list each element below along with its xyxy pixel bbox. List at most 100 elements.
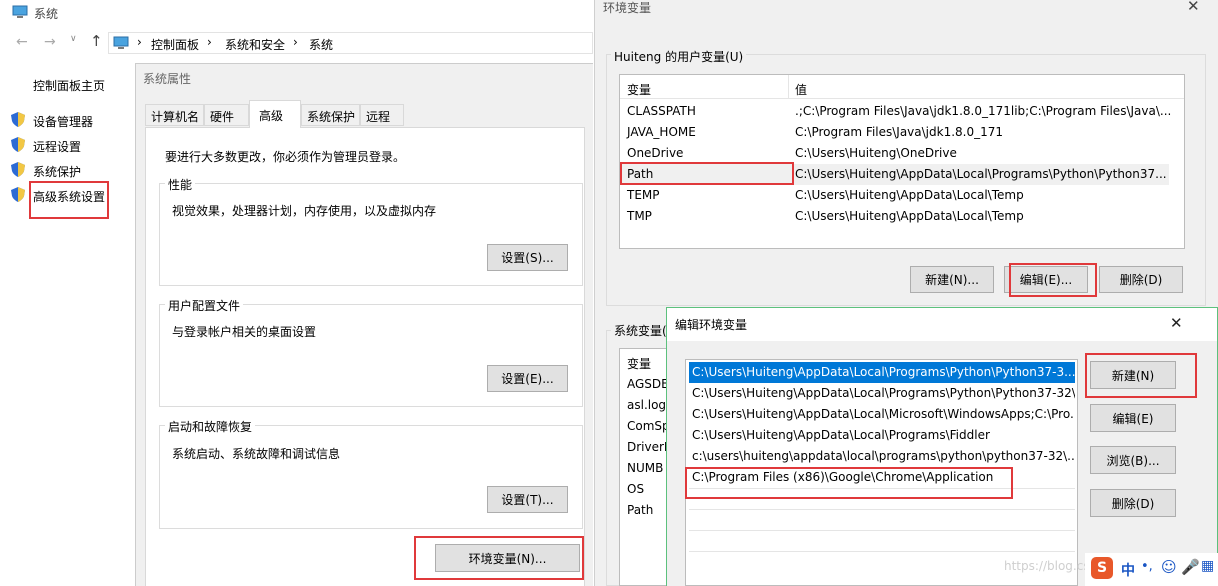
tab-label: 高级 xyxy=(259,109,284,123)
startup-recovery-desc: 系统启动、系统故障和调试信息 xyxy=(172,447,341,461)
variable-name: Path xyxy=(627,167,654,181)
list-item[interactable]: JAVA_HOME C:\Program Files\Java\jdk1.8.0… xyxy=(620,122,1184,143)
startup-recovery-settings-button[interactable]: 设置(T)... xyxy=(487,486,568,513)
computer-icon xyxy=(12,5,28,18)
close-icon[interactable]: ✕ xyxy=(1170,314,1183,332)
system-variable-name[interactable]: NUMB xyxy=(627,461,663,475)
sidebar-item-remote-settings[interactable]: 远程设置 xyxy=(33,138,81,155)
user-profiles-settings-button[interactable]: 设置(E)... xyxy=(487,365,568,392)
list-item-selected[interactable]: Path C:\Users\Huiteng\AppData\Local\Prog… xyxy=(620,164,1169,185)
edit-env-body: C:\Users\Huiteng\AppData\Local\Programs\… xyxy=(667,341,1217,586)
variable-value: C:\Users\Huiteng\OneDrive xyxy=(795,146,957,160)
shield-icon xyxy=(11,187,25,202)
recent-dropdown-icon[interactable]: ∨ xyxy=(70,34,77,44)
tab-hardware[interactable]: 硬件 xyxy=(204,104,249,126)
close-icon[interactable]: ✕ xyxy=(1187,0,1200,15)
list-item-selected[interactable]: C:\Users\Huiteng\AppData\Local\Programs\… xyxy=(689,362,1075,383)
keyboard-icon[interactable]: ▦ xyxy=(1201,558,1214,574)
column-header-variable[interactable]: 变量 xyxy=(627,81,651,98)
sidebar-item-system-protection[interactable]: 系统保护 xyxy=(33,163,81,180)
breadcrumb-sep-icon: › xyxy=(293,35,298,49)
list-divider xyxy=(689,509,1075,510)
variable-value: C:\Users\Huiteng\AppData\Local\Temp xyxy=(795,209,1024,223)
performance-settings-button[interactable]: 设置(S)... xyxy=(487,244,568,271)
ime-language-indicator[interactable]: 中 xyxy=(1121,560,1135,580)
advanced-tab-page: 要进行大多数更改，你必须作为管理员登录。 性能 视觉效果，处理器计划，内存使用，… xyxy=(145,127,585,586)
user-variables-list[interactable]: 变量 值 CLASSPATH .;C:\Program Files\Java\j… xyxy=(619,74,1185,249)
variable-value: C:\Users\Huiteng\AppData\Local\Programs\… xyxy=(795,167,1167,181)
column-divider xyxy=(788,75,789,99)
browse-button[interactable]: 浏览(B)... xyxy=(1090,446,1176,474)
sidebar-item-advanced-settings[interactable]: 高级系统设置 xyxy=(33,188,105,205)
system-variable-name[interactable]: Path xyxy=(627,503,653,517)
variable-value: .;C:\Program Files\Java\jdk1.8.0_171lib;… xyxy=(795,104,1172,118)
tab-system-protection[interactable]: 系统保护 xyxy=(301,104,360,126)
system-variables-group-title: 系统变量( xyxy=(611,322,670,339)
microphone-icon[interactable]: 🎤 xyxy=(1181,558,1200,576)
list-item[interactable]: C:\Program Files (x86)\Google\Chrome\App… xyxy=(689,467,1075,488)
sidebar-item-device-manager[interactable]: 设备管理器 xyxy=(33,113,93,130)
column-header-value[interactable]: 值 xyxy=(795,81,807,98)
path-entry-text: C:\Program Files (x86)\Google\Chrome\App… xyxy=(692,470,994,484)
system-variable-name[interactable]: asl.log xyxy=(627,398,666,412)
column-header-variable[interactable]: 变量 xyxy=(627,355,651,372)
user-new-button[interactable]: 新建(N)... xyxy=(910,266,994,293)
system-variable-name[interactable]: AGSDE xyxy=(627,377,669,391)
list-item[interactable]: OneDrive C:\Users\Huiteng\OneDrive xyxy=(620,143,1184,164)
new-entry-button[interactable]: 新建(N) xyxy=(1090,361,1176,389)
user-edit-button[interactable]: 编辑(E)... xyxy=(1004,266,1088,293)
variable-name: CLASSPATH xyxy=(627,104,696,118)
address-bar[interactable]: › 控制面板 › 系统和安全 › 系统 xyxy=(108,32,593,54)
tab-label: 远程 xyxy=(366,110,391,124)
list-item[interactable]: C:\Users\Huiteng\AppData\Local\Programs\… xyxy=(689,425,1075,446)
startup-recovery-group xyxy=(159,425,583,529)
variable-value: C:\Users\Huiteng\AppData\Local\Temp xyxy=(795,188,1024,202)
forward-icon[interactable]: → xyxy=(44,34,56,50)
tab-label: 系统保护 xyxy=(307,110,356,124)
variable-name: OneDrive xyxy=(627,146,684,160)
variable-value: C:\Program Files\Java\jdk1.8.0_171 xyxy=(795,125,1004,139)
breadcrumb-control-panel[interactable]: 控制面板 xyxy=(151,36,199,53)
list-item[interactable]: C:\Users\Huiteng\AppData\Local\Programs\… xyxy=(689,383,1075,404)
breadcrumb-sep-icon: › xyxy=(207,35,212,49)
path-entry-text: C:\Users\Huiteng\AppData\Local\Programs\… xyxy=(692,365,1075,379)
edit-entry-button[interactable]: 编辑(E) xyxy=(1090,404,1176,432)
variable-name: JAVA_HOME xyxy=(627,125,696,139)
system-properties-title: 系统属性 xyxy=(143,72,192,86)
system-variable-name[interactable]: ComSp xyxy=(627,419,670,433)
back-icon[interactable]: ← xyxy=(16,34,28,50)
up-icon[interactable]: ↑ xyxy=(90,32,103,50)
variable-name: TEMP xyxy=(627,188,660,202)
breadcrumb-system[interactable]: 系统 xyxy=(309,36,333,53)
delete-entry-button[interactable]: 删除(D) xyxy=(1090,489,1176,517)
list-item[interactable]: CLASSPATH .;C:\Program Files\Java\jdk1.8… xyxy=(620,101,1184,122)
breadcrumb-security[interactable]: 系统和安全 xyxy=(225,36,285,53)
list-item[interactable]: C:\Users\Huiteng\AppData\Local\Microsoft… xyxy=(689,404,1075,425)
list-item[interactable]: TEMP C:\Users\Huiteng\AppData\Local\Temp xyxy=(620,185,1184,206)
performance-desc: 视觉效果，处理器计划，内存使用，以及虚拟内存 xyxy=(172,204,437,218)
system-variable-name[interactable]: OS xyxy=(627,482,644,496)
path-entries-list[interactable]: C:\Users\Huiteng\AppData\Local\Programs\… xyxy=(685,359,1078,586)
emoji-icon[interactable]: ☺ xyxy=(1161,558,1177,576)
system-window-title: 系统 xyxy=(34,7,59,21)
user-profiles-group-title: 用户配置文件 xyxy=(165,297,244,314)
tab-advanced[interactable]: 高级 xyxy=(249,100,301,128)
system-titlebar: 系统 xyxy=(0,0,600,26)
computer-icon xyxy=(113,36,129,49)
tab-remote[interactable]: 远程 xyxy=(360,104,404,126)
edit-env-dialog: 编辑环境变量 ✕ C:\Users\Huiteng\AppData\Local\… xyxy=(666,307,1218,586)
variable-name: TMP xyxy=(627,209,652,223)
list-item[interactable]: c:\users\huiteng\appdata\local\programs\… xyxy=(689,446,1075,467)
sidebar-home-link[interactable]: 控制面板主页 xyxy=(33,77,105,94)
environment-variables-button[interactable]: 环境变量(N)... xyxy=(435,544,580,572)
path-entry-text: c:\users\huiteng\appdata\local\programs\… xyxy=(692,449,1075,463)
ime-punctuation-icon[interactable]: •, xyxy=(1141,559,1153,574)
edit-env-title: 编辑环境变量 xyxy=(675,318,748,332)
ime-logo-icon[interactable]: S xyxy=(1091,557,1113,579)
tab-computer-name[interactable]: 计算机名 xyxy=(145,104,204,126)
startup-recovery-group-title: 启动和故障恢复 xyxy=(165,418,256,435)
user-variables-group-title: Huiteng 的用户变量(U) xyxy=(611,48,747,65)
user-delete-button[interactable]: 删除(D) xyxy=(1099,266,1183,293)
path-entry-text: C:\Users\Huiteng\AppData\Local\Microsoft… xyxy=(692,407,1075,421)
list-item[interactable]: TMP C:\Users\Huiteng\AppData\Local\Temp xyxy=(620,206,1184,227)
